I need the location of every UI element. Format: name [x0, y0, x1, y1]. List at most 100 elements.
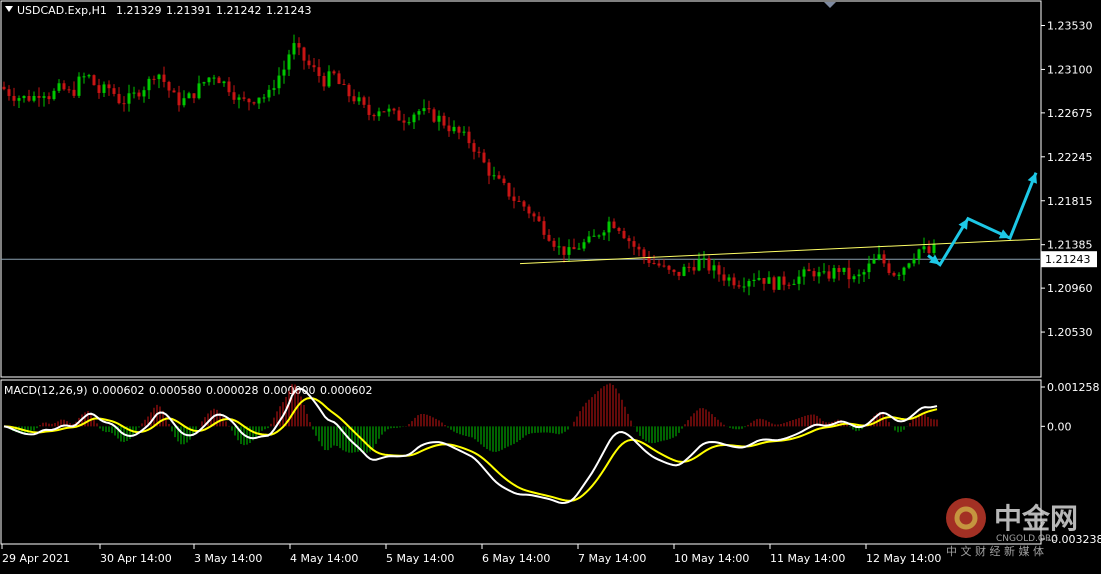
time-tick-label: 6 May 14:00 [482, 552, 550, 565]
candle-body [927, 246, 931, 254]
price-tick-label: 1.20530 [1047, 326, 1093, 339]
candle-body [27, 96, 31, 101]
candle-body [237, 97, 241, 100]
candle-body [527, 206, 531, 214]
candle-body [72, 89, 76, 96]
candle-body [677, 271, 681, 276]
candle-body [77, 76, 81, 96]
candle-body [422, 108, 426, 112]
candle-body [42, 96, 46, 98]
candle-body [167, 81, 171, 91]
candle-body [327, 71, 331, 87]
candle-body [592, 235, 596, 237]
candle-body [652, 262, 656, 264]
candle-body [737, 285, 741, 287]
candle-body [587, 236, 591, 243]
price-axis: 1.23530 1.23100 1.22675 1.22245 1.21815 1.213… [1, 20, 1097, 339]
candle-body [322, 75, 326, 87]
candle-body [657, 263, 661, 266]
candle-body [712, 265, 716, 271]
scroll-marker-icon[interactable] [824, 2, 836, 8]
candle-body [667, 265, 671, 270]
candle-body [147, 78, 151, 91]
candle-body [597, 235, 601, 237]
candle-body [877, 254, 881, 260]
candle-body [887, 263, 891, 273]
candle-body [142, 90, 146, 97]
candle-body [662, 265, 666, 267]
candle-body [332, 71, 336, 74]
candle-body [682, 266, 686, 276]
symbol-dropdown-icon[interactable] [5, 6, 13, 12]
candle-body [337, 73, 341, 84]
candle-body [407, 122, 411, 124]
candle-body [822, 271, 826, 273]
macd-value-5: 0.000602 [320, 384, 373, 397]
candle-body [557, 246, 561, 248]
candle-body [767, 277, 771, 284]
candle-body [562, 246, 566, 255]
candle-body [507, 183, 511, 197]
candle-body [127, 93, 131, 104]
candle-body [297, 43, 301, 48]
candle-body [262, 97, 266, 99]
price-tick-label: 1.21815 [1047, 195, 1093, 208]
candle-body [292, 43, 296, 55]
candle-body [702, 258, 706, 260]
candle-body [412, 114, 416, 123]
overlay-lines [3, 172, 1041, 504]
candle-body [577, 248, 581, 250]
ohlc-low: 1.21242 [216, 4, 262, 17]
candle-body [52, 90, 56, 100]
candle-body [862, 272, 866, 275]
candle-body [847, 267, 851, 280]
candle-body [612, 221, 616, 229]
candle-body [192, 93, 196, 99]
main-chart-frame [0, 0, 1042, 378]
candle-body [777, 276, 781, 290]
price-tick-label: 1.22675 [1047, 107, 1093, 120]
ohlc-open: 1.21329 [116, 4, 162, 17]
candle-body [457, 126, 461, 133]
candle-body [707, 258, 711, 271]
candle-body [172, 90, 176, 93]
candle-body [637, 246, 641, 250]
candle-body [672, 269, 676, 272]
candle-body [367, 104, 371, 115]
candle-body [97, 85, 101, 93]
candle-body [922, 246, 926, 250]
candle-body [812, 271, 816, 277]
price-tick-label: 1.20960 [1047, 282, 1093, 295]
watermark: 中金网 CNGOLD.ORG 中 文 财 经 新 媒 体 [946, 498, 1078, 558]
candle-body [782, 276, 786, 285]
candle-body [162, 74, 166, 82]
candle-body [197, 83, 201, 99]
candle-body [497, 175, 501, 179]
candle-body [892, 272, 896, 276]
candle-body [742, 286, 746, 288]
price-tick-label: 1.21385 [1047, 239, 1093, 252]
candle-body [272, 88, 276, 90]
candle-body [772, 277, 776, 290]
macd-panel-frame [0, 379, 1042, 545]
macd-tick-label: 0.001258 [1047, 381, 1100, 394]
candle-body [607, 221, 611, 233]
candle-body [2, 86, 6, 90]
candle-body [912, 258, 916, 264]
time-axis: 29 Apr 2021 30 Apr 14:00 3 May 14:00 4 May … [1, 544, 941, 565]
candle-body [617, 228, 621, 231]
candle-body [132, 92, 136, 94]
candle-body [342, 83, 346, 85]
candle-body [57, 83, 61, 91]
candle-body [842, 267, 846, 272]
macd-main-line [3, 387, 938, 504]
ohlc-high: 1.21391 [166, 4, 212, 17]
candle-body [797, 276, 801, 284]
candle-body [387, 108, 391, 112]
macd-signal-line [3, 397, 938, 502]
candle-body [217, 77, 221, 84]
time-tick-label: 30 Apr 14:00 [100, 552, 172, 565]
candle-body [872, 259, 876, 264]
candle-body [787, 284, 791, 286]
candle-body [432, 109, 436, 122]
